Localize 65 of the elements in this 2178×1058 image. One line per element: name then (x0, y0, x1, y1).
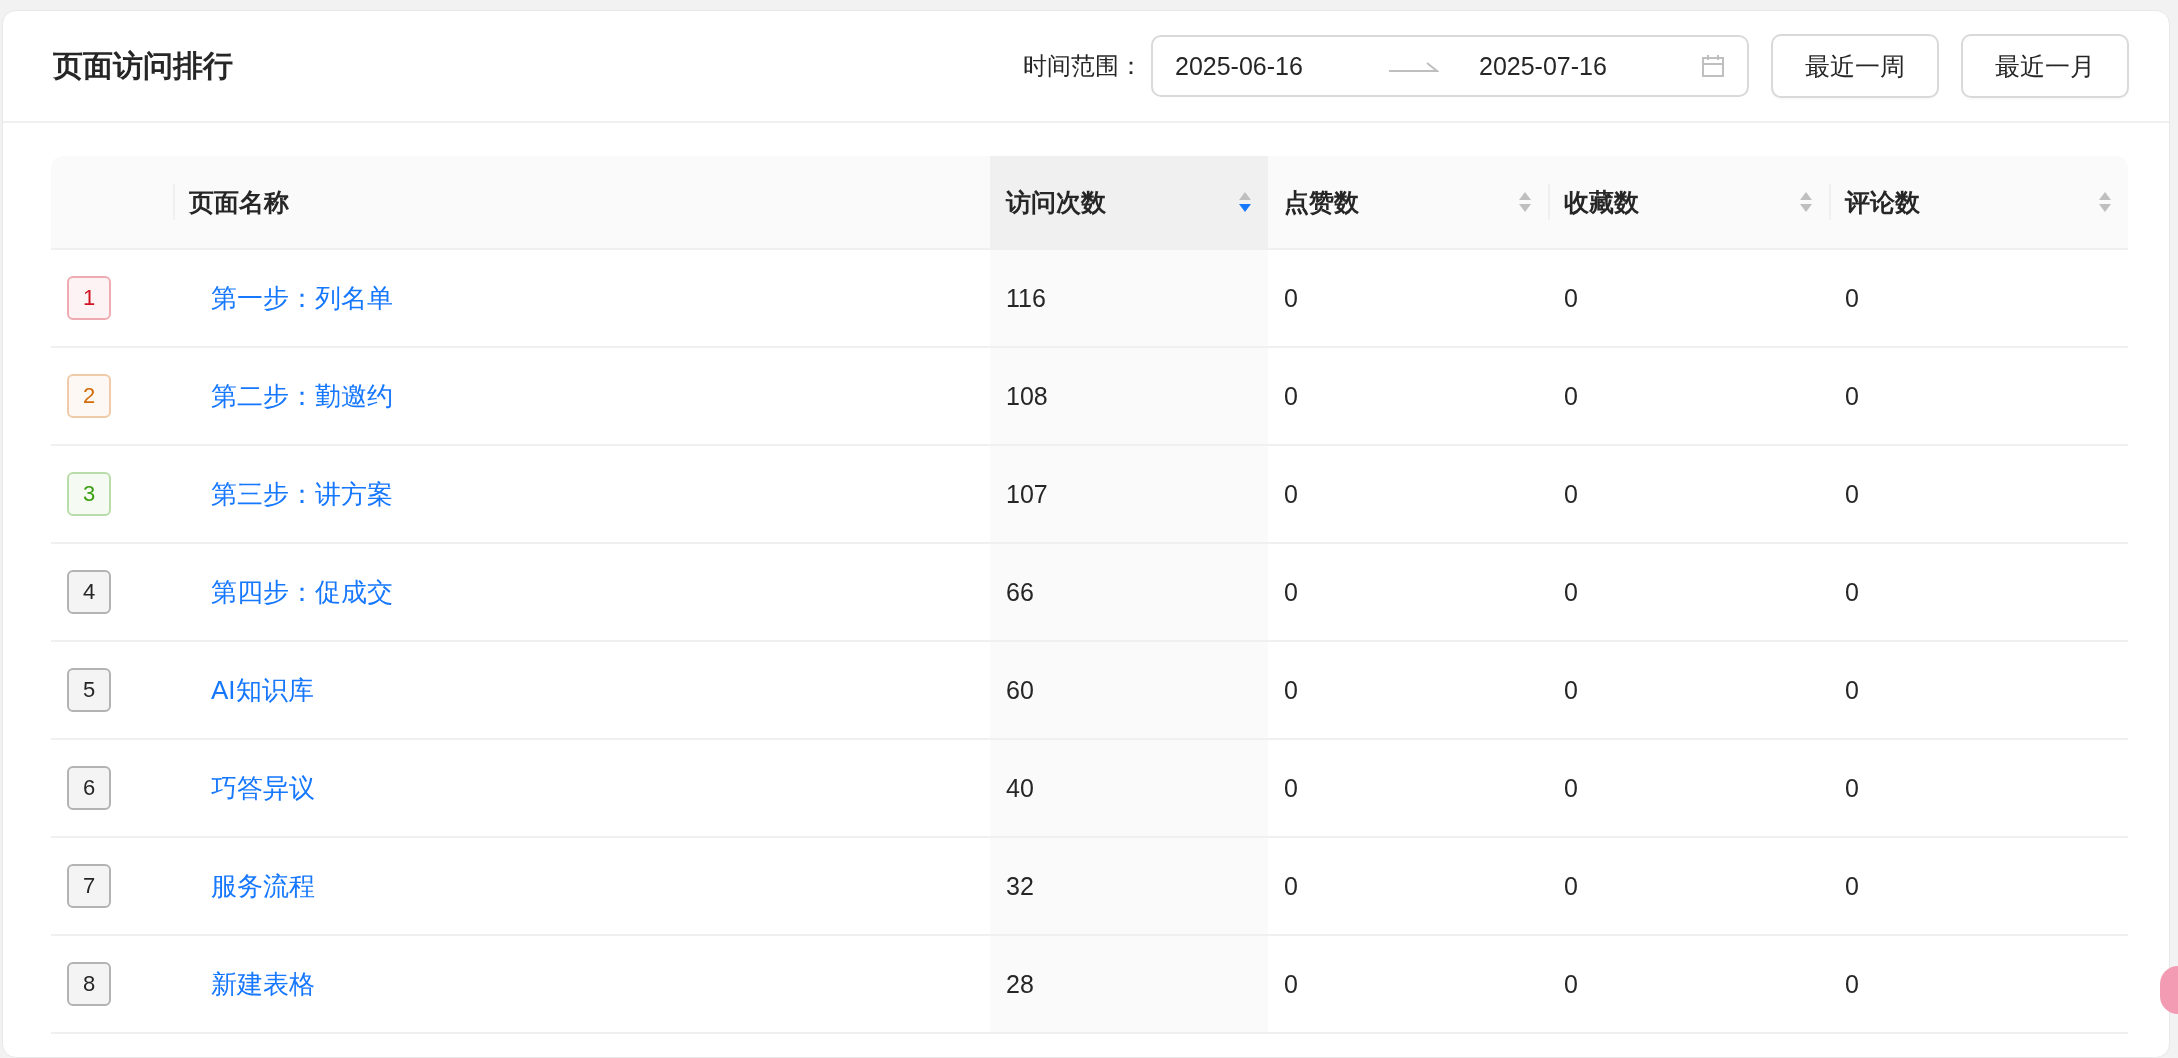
end-date: 2025-07-16 (1479, 51, 1608, 81)
rank-badge: 4 (67, 570, 111, 614)
page-link[interactable]: 服务流程 (211, 870, 315, 901)
date-range-picker[interactable]: 2025-06-16 2025-07-16 (1151, 35, 1749, 97)
column-header: 页面名称 (173, 156, 990, 250)
sort-icon (1799, 190, 1813, 214)
range-button[interactable]: 最近一周 (1771, 34, 1939, 98)
table-cell: 0 (1284, 381, 1298, 410)
column-header[interactable]: 收藏数 (1548, 156, 1829, 250)
page-link[interactable]: 第二步：勤邀约 (211, 380, 393, 411)
sort-icon (1518, 190, 1532, 214)
page-link[interactable]: 第三步：讲方案 (211, 478, 393, 509)
rank-badge: 7 (67, 864, 111, 908)
table-cell: 0 (1845, 479, 1859, 508)
sort-icon (1238, 190, 1252, 214)
start-date: 2025-06-16 (1175, 51, 1304, 81)
table-cell: 0 (1845, 675, 1859, 704)
table-cell: 108 (1006, 381, 1048, 410)
range-button[interactable]: 最近一月 (1961, 34, 2129, 98)
table-cell: 116 (1006, 283, 1046, 312)
table-cell: 0 (1845, 577, 1859, 606)
table-cell: 40 (1006, 773, 1034, 802)
table-cell: 0 (1284, 675, 1298, 704)
table-cell: 0 (1564, 773, 1578, 802)
table-cell: 0 (1564, 969, 1578, 998)
rank-badge: 5 (67, 668, 111, 712)
sort-icon (2098, 190, 2112, 214)
column-header[interactable]: 点赞数 (1268, 156, 1548, 250)
table-cell: 0 (1564, 871, 1578, 900)
table-cell: 0 (1284, 479, 1298, 508)
rank-badge: 3 (67, 472, 111, 516)
column-header[interactable]: 访问次数 (990, 156, 1268, 250)
calendar-icon (1701, 54, 1725, 78)
table-cell: 0 (1845, 773, 1859, 802)
page-link[interactable]: 第四步：促成交 (211, 576, 393, 607)
table-cell: 0 (1845, 969, 1859, 998)
table-cell: 0 (1564, 479, 1578, 508)
column-header[interactable]: 评论数 (1829, 156, 2128, 250)
table-cell: 0 (1845, 381, 1859, 410)
rank-badge: 6 (67, 766, 111, 810)
table-cell: 0 (1564, 675, 1578, 704)
table-cell: 66 (1006, 577, 1034, 606)
page-link[interactable]: 新建表格 (211, 968, 315, 999)
page-link[interactable]: 巧答异议 (211, 772, 315, 803)
table-cell: 28 (1006, 969, 1034, 998)
table-cell: 0 (1845, 871, 1859, 900)
rank-badge: 1 (67, 276, 111, 320)
table-cell: 0 (1284, 773, 1298, 802)
rank-badge: 2 (67, 374, 111, 418)
table-cell: 0 (1284, 283, 1298, 312)
table-cell: 0 (1284, 577, 1298, 606)
table-cell: 107 (1006, 479, 1048, 508)
table-cell: 0 (1284, 969, 1298, 998)
table-cell: 60 (1006, 675, 1034, 704)
table-cell: 0 (1284, 871, 1298, 900)
table-cell: 0 (1845, 283, 1859, 312)
table-cell: 0 (1564, 577, 1578, 606)
table-cell: 0 (1564, 283, 1578, 312)
rank-badge: 8 (67, 962, 111, 1006)
date-range-label: 时间范围： (1023, 51, 1143, 81)
table-cell: 32 (1006, 871, 1034, 900)
page-link[interactable]: 第一步：列名单 (211, 282, 393, 313)
table-cell: 0 (1564, 381, 1578, 410)
card-title: 页面访问排行 (53, 47, 234, 84)
page-link[interactable]: AI知识库 (211, 674, 314, 705)
